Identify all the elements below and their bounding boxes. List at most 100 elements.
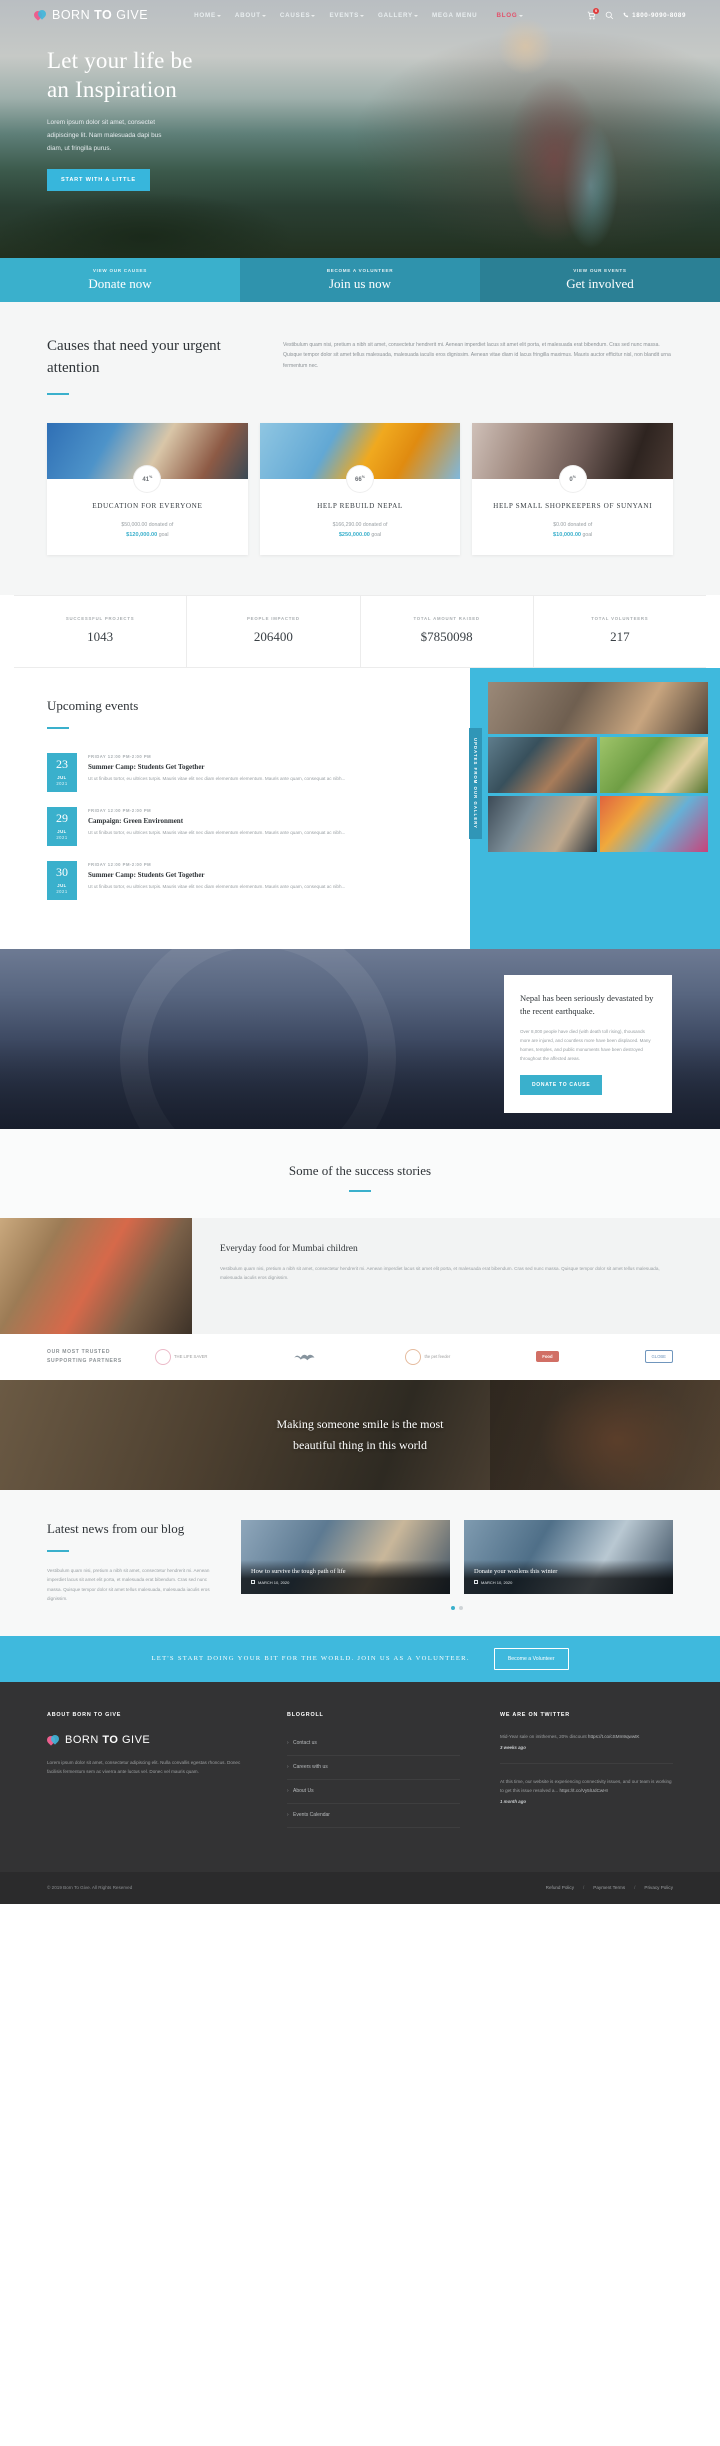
gallery-image[interactable]	[599, 795, 708, 852]
partner-logo-two[interactable]	[293, 1351, 319, 1363]
footer-link-payment-terms[interactable]: Payment Terms	[593, 1885, 625, 1890]
blog-posts-wrap: How to survive the tough path of life MA…	[241, 1519, 673, 1610]
goal-amount: $10,000.00	[553, 532, 582, 539]
blog-text: Vestibulum quam nisi, pretium a nibh sit…	[47, 1568, 210, 1601]
event-title[interactable]: Summer Camp: Students Get Together	[88, 763, 440, 771]
footer-link-contact-us[interactable]: Contact us	[287, 1732, 460, 1756]
nav-item-blog[interactable]: BLOG	[496, 12, 523, 19]
nav-item-events[interactable]: EVENTS	[329, 12, 364, 19]
footer-link-events-calendar[interactable]: Events Calendar	[287, 1804, 460, 1828]
stat-item: SUCCESSFUL PROJECTS 1043	[14, 595, 188, 667]
carousel-dot-2[interactable]	[459, 1605, 463, 1610]
phone-number[interactable]: 1800-9090-8089	[623, 12, 686, 19]
partners-title: OUR MOST TRUSTED SUPPORTING PARTNERS	[47, 1348, 122, 1364]
strip-item-donate[interactable]: VIEW OUR CAUSES Donate now	[0, 258, 240, 302]
footer-link-privacy-policy[interactable]: Privacy Policy	[644, 1885, 673, 1890]
post-title: How to survive the tough path of life	[251, 1567, 346, 1575]
tweet-link[interactable]: https://t.co/Vy5lUdCwHI	[560, 1788, 608, 1793]
strip-item-events[interactable]: VIEW OUR EVENTS Get involved	[480, 258, 720, 302]
cause-card[interactable]: 0% HELP SMALL SHOPKEEPERS OF SUNYANI $0.…	[472, 422, 674, 555]
main-navbar: BORN TO GIVE HOME ABOUT CAUSES EVENTS GA…	[0, 0, 720, 30]
partner-logo-globe[interactable]: GLOBE	[644, 1350, 673, 1364]
partner-label: GLOBE	[651, 1354, 666, 1360]
gallery-image[interactable]	[599, 736, 708, 793]
stat-item: TOTAL AMOUNT RAISED $7850098	[361, 595, 534, 667]
event-body: FRIDAY 12:00 PM-2:00 PM Summer Camp: Stu…	[88, 861, 440, 900]
gallery-image[interactable]	[488, 736, 597, 793]
strip-item-volunteer[interactable]: BECOME A VOLUNTEER Join us now	[240, 258, 480, 302]
become-a-volunteer-button[interactable]: Become a Volunteer	[493, 1647, 569, 1670]
tweet-text: At this time, our website is experiencin…	[500, 1777, 673, 1795]
goal-label: goal	[158, 532, 169, 539]
gallery-image[interactable]	[488, 795, 597, 852]
event-item[interactable]: 29 JUL 2021 FRIDAY 12:00 PM-2:00 PM Camp…	[47, 806, 440, 846]
nav-item-gallery[interactable]: GALLERY	[378, 12, 418, 19]
post-meta: MARCH 10, 2020	[251, 1580, 440, 1585]
goal-label: goal	[582, 532, 593, 539]
causes-title-block: Causes that need your urgent attention	[47, 336, 247, 395]
causes-section: Causes that need your urgent attention V…	[0, 302, 720, 595]
stats-bar: SUCCESSFUL PROJECTS 1043 PEOPLE IMPACTED…	[14, 594, 706, 668]
causes-header: Causes that need your urgent attention V…	[47, 336, 673, 395]
footer-link-refund-policy[interactable]: Refund Policy	[546, 1885, 574, 1890]
footer-blogroll-heading: BLOGROLL	[287, 1711, 324, 1718]
event-title[interactable]: Summer Camp: Students Get Together	[88, 871, 440, 879]
event-date-badge: 29 JUL 2021	[47, 806, 77, 846]
strip-value: Donate now	[88, 276, 152, 291]
gallery-grid	[488, 681, 708, 852]
cause-card-title: HELP REBUILD NEPAL	[317, 501, 403, 510]
nepal-title: Nepal has been seriously devastated by t…	[520, 992, 654, 1016]
tweet-link[interactable]: https://t.co/cSMm9qwwtK	[588, 1734, 640, 1739]
cause-card[interactable]: 66% HELP REBUILD NEPAL $166,290.00 donat…	[259, 422, 461, 555]
footer-link-about-us[interactable]: About Us	[287, 1780, 460, 1804]
cta-banner: LET'S START DOING YOUR BIT FOR THE WORLD…	[0, 1635, 720, 1682]
footer-blogroll-column: BLOGROLL Contact us Careers with us Abou…	[287, 1712, 460, 1872]
stat-value: 217	[610, 628, 630, 644]
blog-post-card[interactable]: How to survive the tough path of life MA…	[241, 1519, 450, 1594]
calendar-icon	[251, 1580, 255, 1585]
donated-text: $0.00 donated of	[553, 522, 593, 529]
event-month: JUL	[57, 882, 67, 888]
partner-logo-pet-feeder[interactable]: the pet feeder	[405, 1348, 450, 1365]
partner-logo-food[interactable]: Food	[536, 1351, 559, 1363]
nav-item-home[interactable]: HOME	[194, 12, 221, 19]
nav-item-mega-menu[interactable]: MEGA MENU	[432, 12, 482, 19]
partners-section: OUR MOST TRUSTED SUPPORTING PARTNERS THE…	[0, 1333, 720, 1380]
site-logo[interactable]: BORN TO GIVE	[32, 7, 148, 22]
gallery-image[interactable]	[488, 681, 708, 734]
event-item[interactable]: 30 JUL 2021 FRIDAY 12:00 PM-2:00 PM Summ…	[47, 860, 440, 900]
event-title[interactable]: Campaign: Green Environment	[88, 817, 440, 825]
nepal-text: Over 8,000 people have died (with death …	[520, 1029, 651, 1062]
cause-card-amount: $50,000.00 donated of $120,000.00 goal	[47, 521, 248, 541]
cause-card[interactable]: 41% EDUCATION FOR EVERYONE $50,000.00 do…	[47, 422, 248, 555]
story-row: Everyday food for Mumbai children Vestib…	[0, 1217, 720, 1334]
footer-logo[interactable]: BORN TO GIVE	[45, 1733, 247, 1747]
nav-item-causes[interactable]: CAUSES	[280, 12, 316, 19]
search-icon[interactable]	[605, 11, 614, 20]
event-time: FRIDAY 12:00 PM-2:00 PM	[88, 753, 152, 759]
logo-text: BORN TO GIVE	[52, 8, 148, 22]
event-year: 2021	[56, 780, 68, 786]
partner-logo-life-saver[interactable]: THE LIFE SAVER	[155, 1348, 207, 1365]
logo-part-2: TO	[94, 8, 113, 22]
event-body: FRIDAY 12:00 PM-2:00 PM Campaign: Green …	[88, 807, 440, 846]
blog-post-card[interactable]: Donate your woolens this winter MARCH 10…	[464, 1519, 673, 1594]
gallery-tab-label: UPDATES FROM OUR GALLERY	[469, 727, 482, 839]
goal-amount: $120,000.00	[126, 532, 158, 539]
heart-logo-icon	[32, 7, 48, 22]
carousel-dot-1[interactable]	[451, 1605, 455, 1610]
quote-banner: Making someone smile is the most beautif…	[0, 1379, 720, 1490]
event-item[interactable]: 23 JUL 2021 FRIDAY 12:00 PM-2:00 PM Summ…	[47, 752, 440, 792]
nav-item-about[interactable]: ABOUT	[235, 12, 266, 19]
donate-to-cause-button[interactable]: DONATE TO CAUSE	[520, 1075, 603, 1096]
strip-kicker: VIEW OUR CAUSES	[92, 268, 148, 273]
cart-icon[interactable]: 0	[587, 7, 600, 20]
gallery-column: UPDATES FROM OUR GALLERY	[469, 667, 720, 949]
title-underline	[47, 1550, 69, 1553]
cause-card-title: EDUCATION FOR EVERYONE	[92, 501, 203, 510]
events-title: Upcoming events	[47, 697, 139, 713]
blog-intro: Latest news from our blog Vestibulum qua…	[47, 1520, 217, 1610]
footer-link-careers[interactable]: Careers with us	[287, 1756, 460, 1780]
start-with-a-little-button[interactable]: START WITH A LITTLE	[47, 169, 150, 192]
progress-ring: 66%	[347, 465, 373, 492]
